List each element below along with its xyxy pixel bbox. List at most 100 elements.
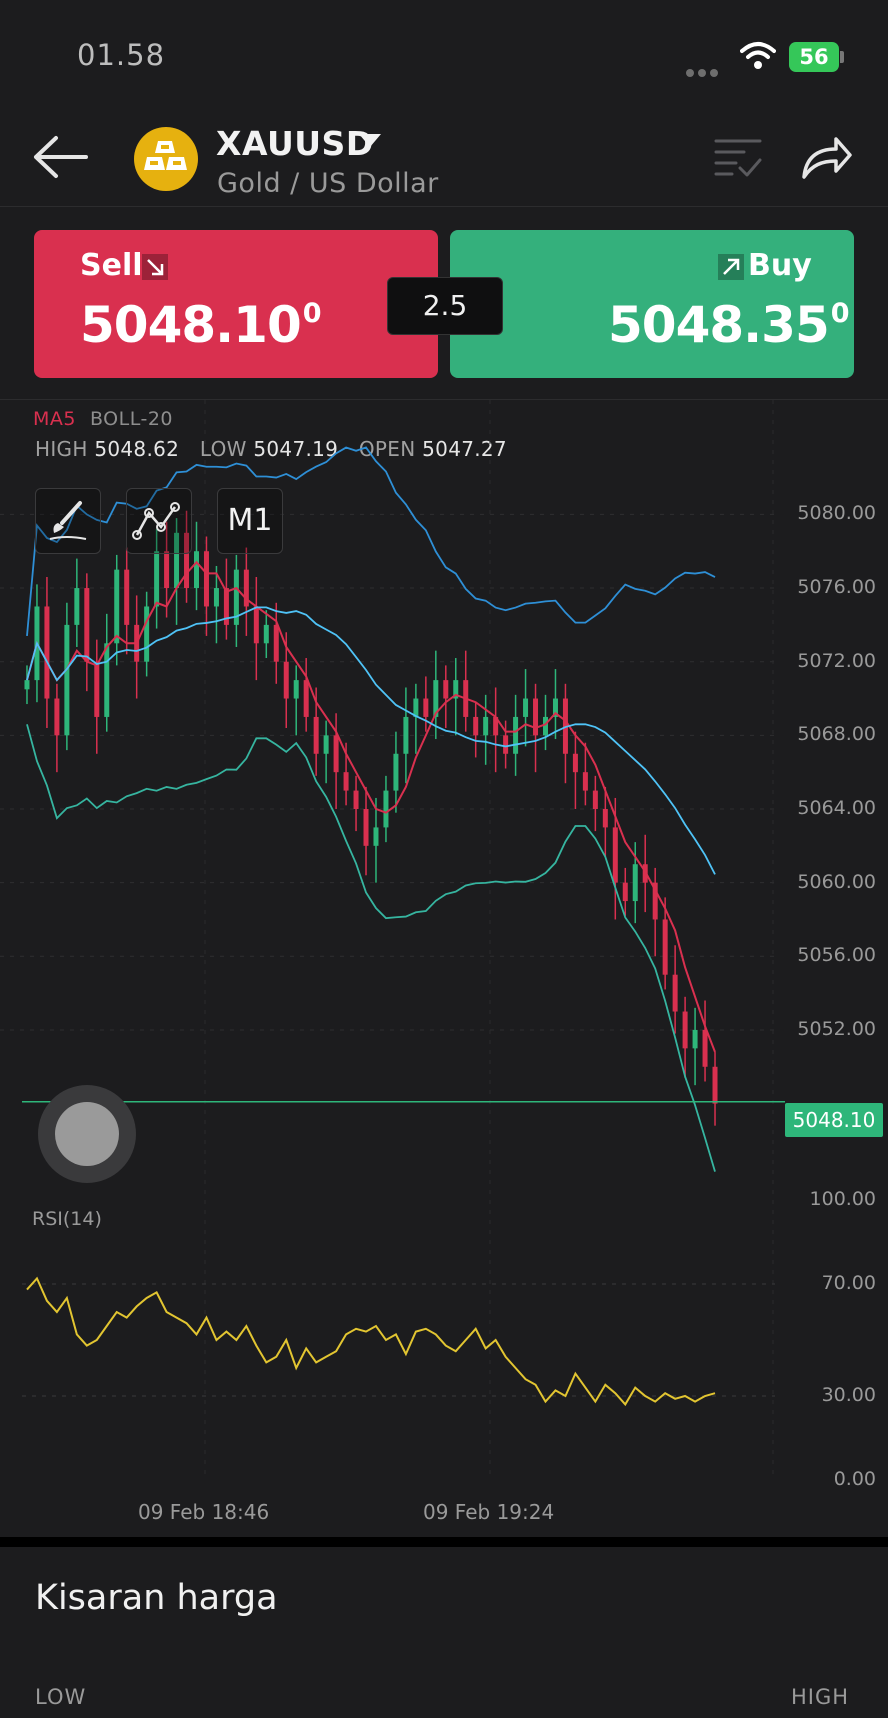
- candle: [144, 606, 150, 662]
- battery-indicator: 56: [789, 42, 839, 72]
- candle: [104, 643, 110, 717]
- candle: [612, 827, 618, 883]
- candle: [343, 772, 349, 791]
- price-axis-label: 5068.00: [797, 723, 876, 746]
- candle: [213, 588, 219, 607]
- candle: [253, 606, 259, 644]
- sell-label: Sell: [80, 248, 143, 283]
- candle: [313, 716, 319, 754]
- price-axis-label: 5064.00: [797, 797, 876, 819]
- status-time: 01.58: [77, 38, 166, 72]
- crosshair-handle-knob[interactable]: [55, 1102, 119, 1166]
- price-axis-label: 5052.00: [797, 1017, 876, 1040]
- candle: [363, 809, 369, 846]
- candle: [273, 624, 279, 662]
- candle: [473, 716, 479, 736]
- price-axis-label: 5080.00: [797, 502, 876, 525]
- candle: [423, 698, 429, 717]
- candle: [602, 809, 608, 828]
- arrow-up-right-icon: [718, 254, 744, 280]
- line-chart-icon: [132, 502, 180, 540]
- boll-mid-line: [26, 606, 716, 875]
- rsi-axis-label: 0.00: [833, 1468, 876, 1490]
- candle: [682, 1011, 688, 1049]
- chevron-down-icon[interactable]: [359, 134, 381, 148]
- candle: [443, 680, 449, 699]
- candle: [672, 974, 678, 1012]
- candle: [333, 735, 339, 773]
- candle: [164, 551, 170, 589]
- candle: [403, 716, 409, 754]
- back-arrow-icon[interactable]: [30, 132, 94, 182]
- candle: [513, 716, 519, 754]
- candle: [203, 551, 209, 607]
- price-axis-label: 5072.00: [797, 649, 876, 672]
- candle: [263, 624, 269, 644]
- rsi-axis-label: 100.00: [809, 1188, 876, 1210]
- sell-button[interactable]: Sell 5048.100: [34, 230, 438, 378]
- candle: [632, 864, 638, 902]
- indicator-tool-button[interactable]: [126, 488, 192, 554]
- candle: [64, 624, 70, 736]
- candle: [383, 790, 389, 828]
- candle: [592, 790, 598, 809]
- candle: [712, 1066, 718, 1104]
- candle: [323, 735, 329, 754]
- candle: [523, 698, 529, 717]
- draw-tool-button[interactable]: [35, 488, 101, 554]
- price-chart[interactable]: [0, 400, 888, 1530]
- candle: [303, 680, 309, 717]
- candle: [662, 919, 668, 975]
- share-icon[interactable]: [800, 133, 852, 181]
- candle: [353, 790, 359, 809]
- header-divider: [0, 206, 888, 207]
- watchlist-check-icon[interactable]: [714, 136, 762, 178]
- candle: [293, 680, 299, 699]
- range-high-label: HIGH: [791, 1685, 850, 1709]
- candle: [84, 588, 90, 662]
- candle: [692, 1029, 698, 1049]
- rsi-label: RSI(14): [32, 1208, 102, 1230]
- buy-price: 5048.350: [608, 296, 850, 354]
- price-axis-label: 5076.00: [797, 576, 876, 599]
- candle: [393, 753, 399, 791]
- candle: [543, 716, 548, 736]
- candle: [194, 551, 199, 589]
- price-axis-label: 5056.00: [797, 944, 876, 967]
- spread-badge: 2.5: [387, 277, 503, 335]
- rsi-line: [26, 1276, 716, 1407]
- rsi-axis-label: 70.00: [821, 1272, 876, 1294]
- price-range-title: Kisaran harga: [35, 1578, 278, 1618]
- candle: [74, 588, 80, 625]
- candle: [283, 661, 289, 699]
- current-price-tag: 5048.10: [785, 1103, 883, 1137]
- candle: [94, 661, 100, 717]
- sell-price: 5048.100: [80, 296, 322, 354]
- candle: [622, 882, 628, 902]
- candle: [114, 569, 120, 644]
- candle: [154, 551, 160, 607]
- candle: [44, 606, 50, 699]
- battery-cap: [840, 51, 844, 63]
- buy-label: Buy: [748, 248, 812, 283]
- x-axis-label: 09 Feb 19:24: [423, 1500, 555, 1524]
- arrow-down-right-icon: [142, 254, 168, 280]
- candle: [533, 698, 539, 736]
- symbol-subtitle: Gold / US Dollar: [217, 168, 439, 199]
- candle: [503, 735, 509, 754]
- buy-button[interactable]: Buy 5048.350: [450, 230, 854, 378]
- candle: [24, 680, 30, 690]
- candle: [483, 716, 489, 736]
- symbol-title[interactable]: XAUUSD: [216, 124, 374, 163]
- range-low-label: LOW: [35, 1685, 87, 1709]
- timeframe-button[interactable]: M1: [217, 488, 283, 554]
- boll-lower-line: [26, 724, 716, 1172]
- wifi-icon: [740, 42, 776, 69]
- candle: [54, 698, 60, 736]
- candle: [582, 772, 588, 791]
- bottom-separator: [0, 1537, 888, 1547]
- gold-symbol-icon: [134, 127, 198, 191]
- candle: [702, 1029, 708, 1067]
- rsi-axis-label: 30.00: [821, 1384, 876, 1406]
- cellular-signal-icon: [686, 62, 722, 81]
